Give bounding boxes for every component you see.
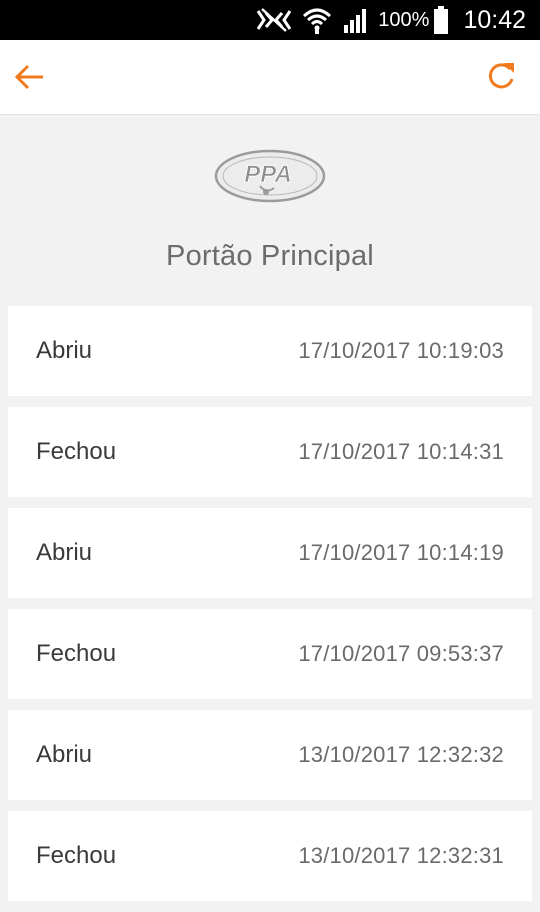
event-datetime: 13/10/2017 12:32:32 [298, 742, 504, 767]
event-datetime: 17/10/2017 10:19:03 [298, 338, 504, 363]
app-bar [0, 40, 540, 115]
ppa-logo: PPA [214, 146, 328, 206]
event-action: Fechou [36, 640, 117, 667]
event-datetime: 13/10/2017 12:32:31 [298, 843, 504, 868]
list-item[interactable]: Fechou 17/10/2017 10:14:31 [8, 407, 532, 497]
event-datetime: 17/10/2017 09:53:37 [298, 641, 504, 666]
event-action: Fechou [36, 438, 117, 465]
page-title: Portão Principal [166, 240, 374, 272]
list-item[interactable]: Fechou 13/10/2017 12:32:31 [8, 811, 532, 901]
status-bar: 100% 10:42 [0, 0, 540, 40]
clock: 10:42 [463, 5, 526, 34]
event-list: Abriu 17/10/2017 10:19:03 Fechou 17/10/2… [8, 306, 532, 912]
list-item[interactable]: Fechou 17/10/2017 09:53:37 [8, 609, 532, 699]
list-item[interactable]: Abriu 17/10/2017 10:14:19 [8, 508, 532, 598]
wifi-icon [302, 6, 332, 34]
refresh-icon [488, 63, 514, 89]
nfc-icon [256, 7, 292, 33]
event-action: Fechou [36, 842, 117, 869]
list-item[interactable]: Abriu 17/10/2017 10:19:03 [8, 306, 532, 396]
refresh-button[interactable] [482, 57, 520, 95]
arrow-left-icon [14, 64, 43, 90]
signal-icon [342, 7, 370, 33]
list-item[interactable]: Abriu 13/10/2017 12:32:32 [8, 710, 532, 800]
event-datetime: 17/10/2017 10:14:19 [298, 540, 504, 565]
back-button[interactable] [10, 58, 48, 96]
svg-text:PPA: PPA [244, 161, 292, 188]
event-action: Abriu [36, 741, 93, 768]
event-datetime: 17/10/2017 10:14:31 [298, 439, 504, 464]
battery-percent: 100% [378, 8, 430, 31]
event-action: Abriu [36, 539, 93, 566]
battery-icon [433, 6, 449, 34]
event-action: Abriu [36, 337, 93, 364]
